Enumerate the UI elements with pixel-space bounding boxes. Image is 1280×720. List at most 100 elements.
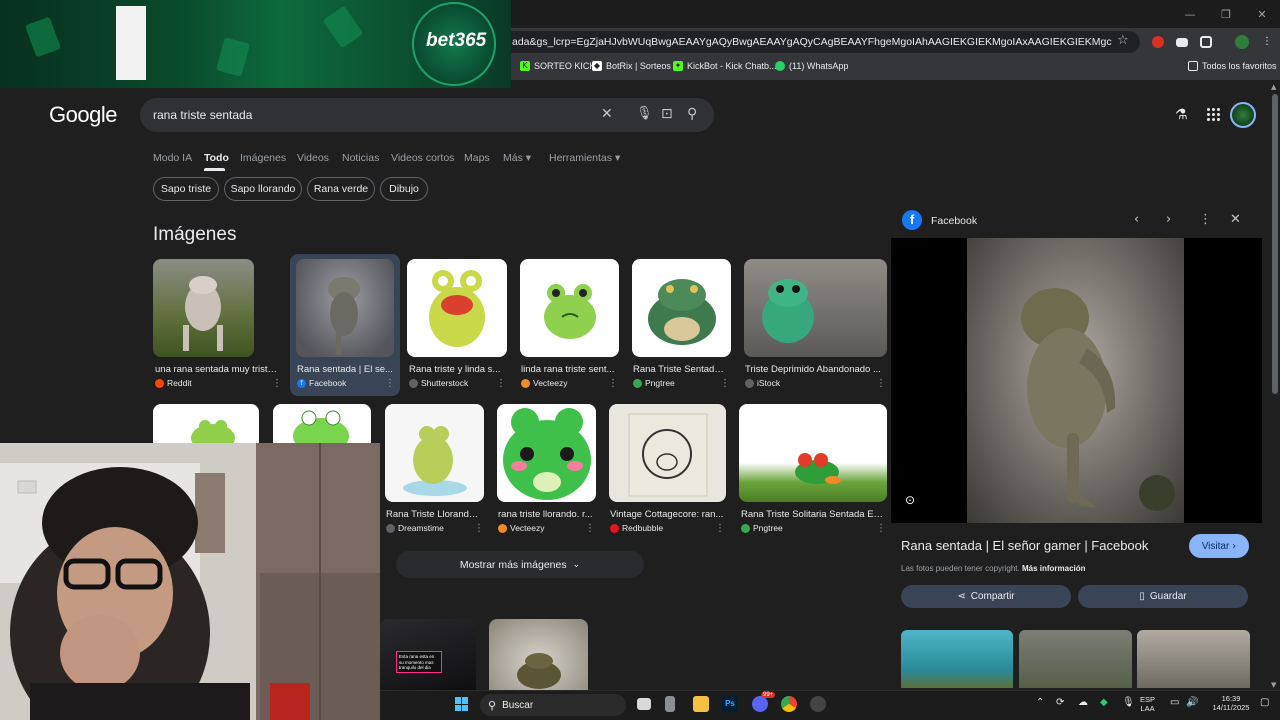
- photoshop-icon[interactable]: Ps: [722, 696, 738, 712]
- scroll-up-icon[interactable]: ▲: [1271, 83, 1276, 91]
- all-bookmarks-folder[interactable]: Todos los favoritos: [1188, 61, 1277, 71]
- save-button[interactable]: ▯ Guardar: [1078, 585, 1248, 608]
- image-thumb[interactable]: [744, 259, 887, 357]
- extension-red-icon[interactable]: [1152, 36, 1164, 48]
- extensions-puzzle-icon[interactable]: [1200, 36, 1212, 48]
- image-thumb[interactable]: [520, 259, 619, 357]
- apps-grid-icon[interactable]: [1207, 108, 1220, 121]
- more-info-link[interactable]: Más información: [1022, 564, 1086, 573]
- notifications-icon[interactable]: ▢: [1260, 697, 1269, 708]
- clock[interactable]: 16:39 14/11/2025: [1208, 694, 1254, 712]
- image-caption[interactable]: Rana triste y linda s...: [409, 364, 503, 375]
- start-button[interactable]: [455, 697, 469, 711]
- image-result-6[interactable]: [744, 259, 887, 357]
- tab-mas[interactable]: Más ▾: [503, 152, 531, 164]
- image-result-11[interactable]: [609, 404, 726, 502]
- chip-rana-verde[interactable]: Rana verde: [307, 177, 375, 201]
- more-options-icon[interactable]: ⋮: [608, 378, 618, 389]
- tab-herramientas[interactable]: Herramientas ▾: [549, 152, 620, 164]
- image-result-3[interactable]: [407, 259, 507, 357]
- image-thumb[interactable]: [407, 259, 507, 357]
- image-thumb[interactable]: [296, 259, 394, 357]
- more-options-icon[interactable]: ⋮: [715, 523, 725, 534]
- more-options-icon[interactable]: ⋮: [876, 523, 886, 534]
- image-result-12[interactable]: [739, 404, 887, 502]
- close-panel-icon[interactable]: ✕: [1230, 212, 1241, 227]
- tab-imagenes[interactable]: Imágenes: [240, 152, 286, 164]
- bookmark-kickbot[interactable]: ✦ KickBot - Kick Chatb...: [673, 61, 777, 71]
- image-result-4[interactable]: [520, 259, 619, 357]
- image-thumb[interactable]: [739, 404, 887, 502]
- image-result-10[interactable]: [497, 404, 596, 502]
- image-caption[interactable]: Rana sentada | El se...: [297, 364, 393, 375]
- preview-title[interactable]: Rana sentada | El señor gamer | Facebook: [901, 538, 1148, 553]
- image-thumb[interactable]: [385, 404, 484, 502]
- volume-icon[interactable]: 🔊: [1186, 697, 1198, 708]
- image-thumb[interactable]: [609, 404, 726, 502]
- image-thumb[interactable]: [273, 404, 371, 444]
- more-options-icon[interactable]: ⋮: [1199, 212, 1212, 227]
- image-caption[interactable]: Vintage Cottagecore: ran...: [610, 509, 724, 520]
- voice-search-icon[interactable]: 🎙: [636, 106, 653, 121]
- language-indicator[interactable]: ESP LAA: [1140, 695, 1155, 713]
- image-thumb[interactable]: [632, 259, 731, 357]
- image-source[interactable]: Shutterstock: [409, 378, 468, 388]
- tab-videos-cortos[interactable]: Videos cortos: [391, 152, 454, 164]
- browser-menu-icon[interactable]: ⋮: [1262, 36, 1272, 47]
- image-source[interactable]: Pngtree: [741, 523, 783, 533]
- more-options-icon[interactable]: ⋮: [474, 523, 484, 534]
- discord-icon[interactable]: [752, 696, 768, 712]
- preview-image[interactable]: [967, 238, 1184, 523]
- microphone-icon[interactable]: 🎙: [1122, 697, 1135, 708]
- chip-sapo-llorando[interactable]: Sapo llorando: [224, 177, 302, 201]
- image-result-9[interactable]: [385, 404, 484, 502]
- image-source[interactable]: Vecteezy: [521, 378, 568, 388]
- google-logo[interactable]: Google: [49, 102, 117, 128]
- video-thumb-2[interactable]: [489, 619, 588, 690]
- tab-maps[interactable]: Maps: [464, 152, 490, 164]
- more-options-icon[interactable]: ⋮: [585, 523, 595, 534]
- labs-flask-icon[interactable]: ⚗: [1175, 107, 1188, 123]
- image-caption[interactable]: Rana Triste Sentada...: [633, 364, 727, 375]
- image-source[interactable]: Dreamstime: [386, 523, 444, 533]
- image-source[interactable]: Vecteezy: [498, 523, 545, 533]
- profile-icon[interactable]: [1235, 35, 1249, 49]
- account-avatar[interactable]: [1230, 102, 1256, 128]
- image-caption[interactable]: Rana Triste Solitaria Sentada En...: [741, 509, 885, 520]
- minimize-button[interactable]: —: [1172, 0, 1208, 28]
- address-bar-url[interactable]: ada&gs_lcrp=EgZjaHJvbWUqBwgAEAAYgAQyBwgA…: [512, 36, 1112, 48]
- image-thumb[interactable]: [153, 404, 259, 444]
- bookmark-whatsapp[interactable]: (11) WhatsApp: [775, 61, 848, 71]
- bookmark-sorteo-kick[interactable]: K SORTEO KICK: [520, 61, 595, 71]
- app-icon[interactable]: [810, 696, 826, 712]
- tab-videos[interactable]: Videos: [297, 152, 329, 164]
- clear-icon[interactable]: ✕: [601, 106, 613, 122]
- image-caption[interactable]: Triste Deprimido Abandonado ...: [745, 364, 881, 375]
- file-explorer-icon[interactable]: [693, 696, 709, 712]
- image-result-5[interactable]: [632, 259, 731, 357]
- image-source[interactable]: f Facebook: [297, 378, 346, 388]
- image-source[interactable]: iStock: [745, 378, 780, 388]
- security-icon[interactable]: ◆: [1100, 697, 1108, 708]
- more-options-icon[interactable]: ⋮: [496, 378, 506, 389]
- network-icon[interactable]: ▭: [1170, 697, 1179, 708]
- more-options-icon[interactable]: ⋮: [720, 378, 730, 389]
- next-icon[interactable]: ›: [1166, 212, 1171, 227]
- related-image-2[interactable]: [1019, 630, 1132, 688]
- video-thumb-1[interactable]: Esta rana esta en su momento mas tranqui…: [380, 619, 476, 690]
- image-source[interactable]: Pngtree: [633, 378, 675, 388]
- lens-search-icon[interactable]: ⊙: [905, 493, 921, 509]
- image-source[interactable]: Redbubble: [610, 523, 663, 533]
- image-result-8[interactable]: [273, 404, 371, 444]
- chip-dibujo[interactable]: Dibujo: [380, 177, 428, 201]
- tab-todo[interactable]: Todo: [204, 152, 229, 164]
- image-source[interactable]: Reddit: [155, 378, 192, 388]
- sync-icon[interactable]: ⟳: [1056, 697, 1064, 708]
- taskbar-search[interactable]: ⚲ Buscar: [480, 694, 626, 716]
- search-icon[interactable]: ⚲: [687, 106, 697, 122]
- chrome-icon[interactable]: [781, 696, 797, 712]
- tray-overflow-icon[interactable]: ⌃: [1036, 697, 1044, 708]
- search-query[interactable]: rana triste sentada: [153, 108, 252, 122]
- image-caption[interactable]: una rana sentada muy triste...: [155, 364, 279, 375]
- image-thumb[interactable]: [497, 404, 596, 502]
